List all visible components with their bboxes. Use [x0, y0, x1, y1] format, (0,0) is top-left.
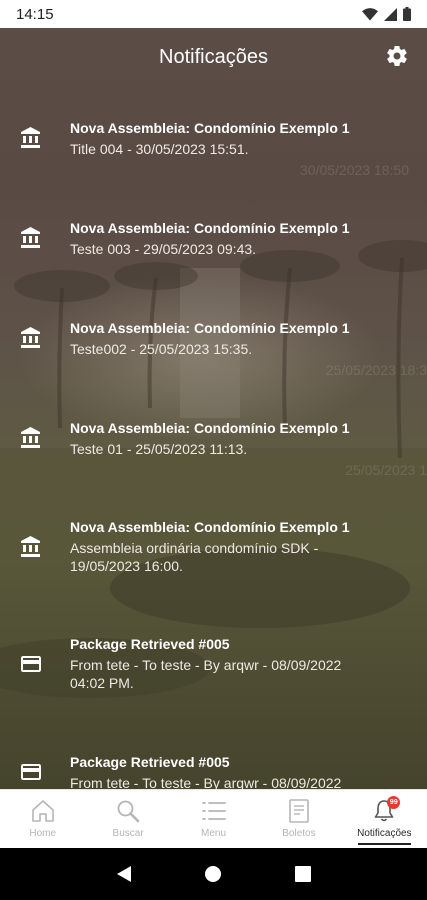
notification-text: Nova Assembleia: Condomínio Exemplo 1 Ti…	[70, 119, 390, 158]
nav-label: Notificações	[357, 828, 412, 839]
notification-text: Nova Assembleia: Condomínio Exemplo 1 As…	[70, 518, 390, 575]
notification-item[interactable]: 25/05/2023 1 Nova Assembleia: Condomínio…	[0, 388, 427, 488]
ghost-date: 30/05/2023 18:50	[300, 162, 409, 178]
app-header: Notificações	[0, 28, 427, 86]
settings-button[interactable]	[385, 44, 409, 68]
battery-icon	[403, 7, 411, 21]
notification-title: Nova Assembleia: Condomínio Exemplo 1	[70, 119, 350, 136]
nav-item-home[interactable]: Home	[0, 790, 85, 848]
notification-body: Teste002 - 25/05/2023 15:35.	[70, 340, 253, 357]
bank-icon	[18, 225, 44, 251]
notification-item[interactable]: Package Retrieved #005 From tete - To te…	[0, 722, 427, 789]
bank-icon	[18, 125, 44, 151]
home-circle-icon[interactable]	[204, 865, 222, 883]
nav-label: Buscar	[112, 828, 144, 839]
back-icon[interactable]	[116, 865, 132, 883]
notification-title: Package Retrieved #005	[70, 636, 230, 652]
notification-text: Nova Assembleia: Condomínio Exemplo 1 Te…	[70, 319, 390, 358]
notification-body: Teste 003 - 29/05/2023 09:43.	[70, 240, 257, 257]
notification-body: Teste 01 - 25/05/2023 11:13.	[70, 440, 248, 457]
document-icon	[289, 799, 309, 823]
search-icon	[117, 800, 140, 823]
recents-icon[interactable]	[294, 866, 311, 882]
notification-item[interactable]: Package Retrieved #005 From tete - To te…	[0, 605, 427, 722]
notification-title: Nova Assembleia: Condomínio Exemplo 1	[70, 519, 350, 535]
home-icon	[31, 800, 54, 822]
nav-item-search[interactable]: Buscar	[85, 790, 170, 848]
card-icon	[18, 759, 44, 785]
nav-item-notifications[interactable]: 99 Notificações	[342, 790, 427, 848]
notification-item[interactable]: Nova Assembleia: Condomínio Exemplo 1 As…	[0, 488, 427, 605]
notification-body: From tete - To teste - By arqwr - 08/09/…	[70, 774, 342, 790]
notification-title: Nova Assembleia: Condomínio Exemplo 1	[70, 419, 350, 436]
menu-icon	[201, 802, 226, 820]
bank-icon	[18, 425, 44, 451]
signal-icon	[384, 7, 397, 21]
notification-item[interactable]: Nova Assembleia: Condomínio Exemplo 1 Te…	[0, 188, 427, 288]
wifi-icon	[362, 7, 378, 20]
notification-badge: 99	[387, 796, 401, 809]
ghost-date: 25/05/2023 1	[345, 462, 427, 478]
gear-icon	[387, 46, 407, 67]
notification-body: From tete - To teste - By arqwr - 08/09/…	[70, 657, 342, 691]
nav-label: Menu	[201, 828, 227, 839]
notification-title: Nova Assembleia: Condomínio Exemplo 1	[70, 219, 350, 236]
notification-body: Assembleia ordinária condomínio SDK - 19…	[70, 540, 319, 574]
ghost-date: 25/05/2023 18:3	[325, 362, 427, 378]
notification-item[interactable]: 30/05/2023 18:50 Nova Assembleia: Condom…	[0, 88, 427, 188]
notification-text: Nova Assembleia: Condomínio Exemplo 1 Te…	[70, 419, 390, 458]
notification-title: Package Retrieved #005	[70, 753, 230, 770]
notification-title: Nova Assembleia: Condomínio Exemplo 1	[70, 319, 350, 336]
notification-body: Title 004 - 30/05/2023 15:51.	[70, 140, 249, 157]
page-title: Notificações	[159, 45, 268, 68]
bank-icon	[18, 325, 44, 351]
notification-list: 30/05/2023 18:50 Nova Assembleia: Condom…	[0, 88, 427, 789]
notification-text: Package Retrieved #005 From tete - To te…	[70, 753, 390, 790]
status-icons	[362, 7, 411, 21]
bank-icon	[18, 534, 44, 560]
nav-label: Home	[29, 828, 57, 839]
status-time: 14:15	[16, 5, 54, 23]
app-screen: Notificações 30/05/2023 18:50 Nova Assem…	[0, 28, 427, 789]
card-icon	[18, 651, 44, 677]
notification-text: Nova Assembleia: Condomínio Exemplo 1 Te…	[70, 219, 390, 258]
notification-text: Package Retrieved #005 From tete - To te…	[70, 635, 390, 692]
bottom-navigation: Home Buscar Menu Boletos 99 Notificações	[0, 789, 427, 848]
status-bar: 14:15	[0, 0, 427, 28]
system-navigation-bar	[0, 848, 427, 900]
notification-item[interactable]: 25/05/2023 18:3 Nova Assembleia: Condomí…	[0, 288, 427, 388]
nav-item-boletos[interactable]: Boletos	[256, 790, 341, 848]
nav-label: Boletos	[282, 828, 316, 839]
nav-item-menu[interactable]: Menu	[171, 790, 256, 848]
